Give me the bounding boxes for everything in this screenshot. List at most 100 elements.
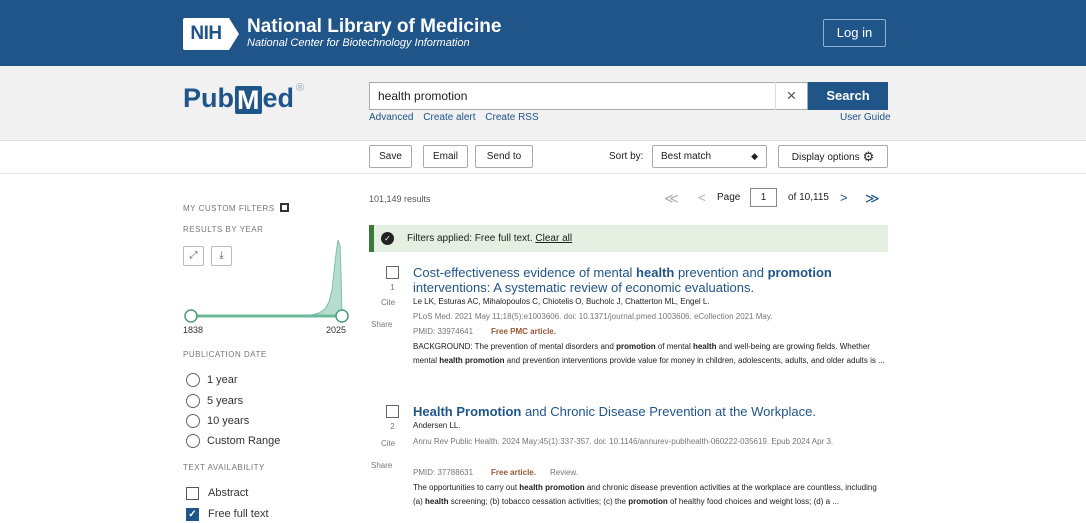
prev-page-icon[interactable]: < bbox=[698, 187, 706, 209]
search-button[interactable]: Search bbox=[808, 82, 888, 110]
radio-button[interactable] bbox=[186, 414, 200, 428]
gear-icon: ⚙ bbox=[862, 149, 875, 164]
display-options-button[interactable]: Display options ⚙ bbox=[778, 145, 888, 168]
sort-caret-icon: ◆ bbox=[751, 151, 758, 161]
year-slider-start-handle[interactable] bbox=[184, 309, 198, 323]
radio-button[interactable] bbox=[186, 434, 200, 448]
date-option-label: Custom Range bbox=[207, 435, 281, 447]
text-option-free-full-text[interactable]: ✓ Free full text bbox=[186, 505, 269, 523]
filters-applied-banner: ✓ Filters applied: Free full text. Clear… bbox=[369, 225, 888, 252]
snippet-highlight: promotion bbox=[628, 497, 668, 506]
article-2-number: 2 bbox=[390, 422, 395, 431]
user-guide-link[interactable]: User Guide bbox=[840, 112, 891, 123]
article-1-number: 1 bbox=[390, 283, 395, 292]
article-1-title[interactable]: Cost-effectiveness evidence of mental he… bbox=[413, 265, 883, 295]
checkbox-checked[interactable]: ✓ bbox=[186, 507, 199, 521]
pmid-text: PMID: 37788631 bbox=[413, 468, 474, 477]
radio-button[interactable] bbox=[186, 373, 200, 387]
text-option-label: Free full text bbox=[208, 508, 269, 520]
title-text: and Chronic Disease Prevention at the Wo… bbox=[521, 404, 816, 419]
snippet-text: BACKGROUND: The prevention of mental dis… bbox=[413, 342, 617, 351]
login-button[interactable]: Log in bbox=[823, 19, 886, 47]
text-option-label: Abstract bbox=[208, 487, 249, 499]
display-options-label: Display options bbox=[791, 152, 860, 163]
nih-logo[interactable]: NIH National Library of Medicine Nationa… bbox=[183, 17, 501, 50]
last-page-icon[interactable]: ≫ bbox=[865, 187, 880, 209]
results-toolbar: Save Email Send to Sort by: Best match ◆… bbox=[0, 141, 1086, 174]
review-badge: Review. bbox=[549, 468, 578, 477]
snippet-highlight: health promotion bbox=[439, 356, 505, 365]
search-input[interactable]: health promotion bbox=[369, 82, 808, 110]
nih-title: National Library of Medicine bbox=[247, 16, 502, 37]
date-option-label: 10 years bbox=[207, 415, 250, 427]
snippet-highlight: health bbox=[692, 342, 717, 351]
article-2-pmid: PMID: 37788631 Free article. Review. bbox=[413, 468, 578, 477]
article-1-checkbox[interactable] bbox=[386, 266, 399, 279]
create-rss-link[interactable]: Create RSS bbox=[485, 112, 538, 123]
nih-badge-arrow bbox=[229, 17, 239, 50]
article-2-snippet: The opportunities to carry out health pr… bbox=[413, 481, 888, 509]
text-availability-heading: TEXT AVAILABILITY bbox=[183, 463, 265, 472]
filters-applied-label: Filters applied: Free full text. bbox=[407, 233, 533, 244]
snippet-text: screening; (b) tobacco cessation activit… bbox=[448, 497, 629, 506]
article-2-title[interactable]: Health Promotion and Chronic Disease Pre… bbox=[413, 404, 883, 419]
title-highlight: promotion bbox=[767, 265, 832, 280]
sort-select[interactable]: Best match ◆ bbox=[652, 145, 767, 168]
email-button[interactable]: Email bbox=[423, 145, 468, 168]
save-button[interactable]: Save bbox=[369, 145, 412, 168]
article-2-checkbox[interactable] bbox=[386, 405, 399, 418]
clear-all-link[interactable]: Clear all bbox=[535, 233, 572, 244]
year-slider-end-handle[interactable] bbox=[335, 309, 349, 323]
send-to-button[interactable]: Send to bbox=[475, 145, 533, 168]
clear-search-icon[interactable]: × bbox=[775, 82, 807, 110]
page-number-input[interactable]: 1 bbox=[750, 188, 777, 207]
sort-label: Sort by: bbox=[609, 151, 644, 162]
date-option-label: 5 years bbox=[207, 395, 244, 407]
free-article-badge: Free article. bbox=[491, 468, 536, 477]
snippet-highlight: health promotion bbox=[519, 483, 585, 492]
pubmed-logo[interactable]: Pub Med ® bbox=[183, 80, 304, 114]
nih-header: NIH National Library of Medicine Nationa… bbox=[0, 0, 1086, 66]
advanced-link[interactable]: Advanced bbox=[369, 112, 413, 123]
snippet-text: The opportunities to carry out bbox=[413, 483, 520, 492]
radio-button[interactable] bbox=[186, 394, 200, 408]
snippet-highlight: promotion bbox=[616, 342, 656, 351]
title-text: interventions: A systematic review of ec… bbox=[413, 280, 755, 295]
create-alert-link[interactable]: Create alert bbox=[423, 112, 475, 123]
article-1-snippet: BACKGROUND: The prevention of mental dis… bbox=[413, 340, 888, 368]
date-option-label: 1 year bbox=[207, 374, 238, 386]
custom-filters-label: MY CUSTOM FILTERS bbox=[183, 204, 275, 213]
nih-badge-text: NIH bbox=[183, 17, 229, 50]
sort-value: Best match bbox=[661, 151, 712, 162]
date-option-5-years[interactable]: 5 years bbox=[186, 392, 243, 410]
date-option-custom-range[interactable]: Custom Range bbox=[186, 432, 280, 450]
nih-subtitle: National Center for Biotechnology Inform… bbox=[247, 37, 470, 49]
checkbox[interactable] bbox=[186, 486, 199, 500]
article-1-cite-button[interactable]: Cite bbox=[381, 298, 395, 307]
pubmed-logo-pub: Pub bbox=[183, 83, 234, 113]
article-2-journal: Annu Rev Public Health. 2024 May;45(1):3… bbox=[413, 437, 834, 446]
histogram-area bbox=[191, 239, 343, 317]
pubmed-logo-ed: ed bbox=[262, 83, 295, 113]
next-page-icon[interactable]: > bbox=[840, 187, 848, 209]
title-highlight: Health Promotion bbox=[413, 404, 522, 419]
publication-date-heading: PUBLICATION DATE bbox=[183, 350, 267, 359]
title-text: Cost-effectiveness evidence of mental bbox=[413, 265, 637, 280]
free-pmc-badge: Free PMC article. bbox=[491, 327, 556, 336]
date-option-1-year[interactable]: 1 year bbox=[186, 371, 238, 389]
custom-filters-heading[interactable]: MY CUSTOM FILTERS bbox=[183, 203, 289, 213]
snippet-text: of healthy food choices and weight loss;… bbox=[667, 497, 839, 506]
article-2-cite-button[interactable]: Cite bbox=[381, 439, 395, 448]
article-1-share-button[interactable]: Share bbox=[371, 320, 392, 329]
first-page-icon[interactable]: ≪ bbox=[664, 187, 679, 209]
text-option-abstract[interactable]: Abstract bbox=[186, 484, 248, 502]
results-by-year-chart bbox=[184, 239, 349, 323]
pubmed-logo-m: M bbox=[235, 85, 262, 115]
article-2-share-button[interactable]: Share bbox=[371, 461, 392, 470]
total-pages-label: of 10,115 bbox=[788, 192, 829, 203]
article-1-journal: PLoS Med. 2021 May 11;18(5):e1003606. do… bbox=[413, 312, 773, 321]
snippet-text: and prevention interventions provide val… bbox=[504, 356, 885, 365]
pubmed-logo-reg: ® bbox=[296, 82, 305, 94]
date-option-10-years[interactable]: 10 years bbox=[186, 412, 249, 430]
external-link-icon bbox=[279, 203, 289, 212]
